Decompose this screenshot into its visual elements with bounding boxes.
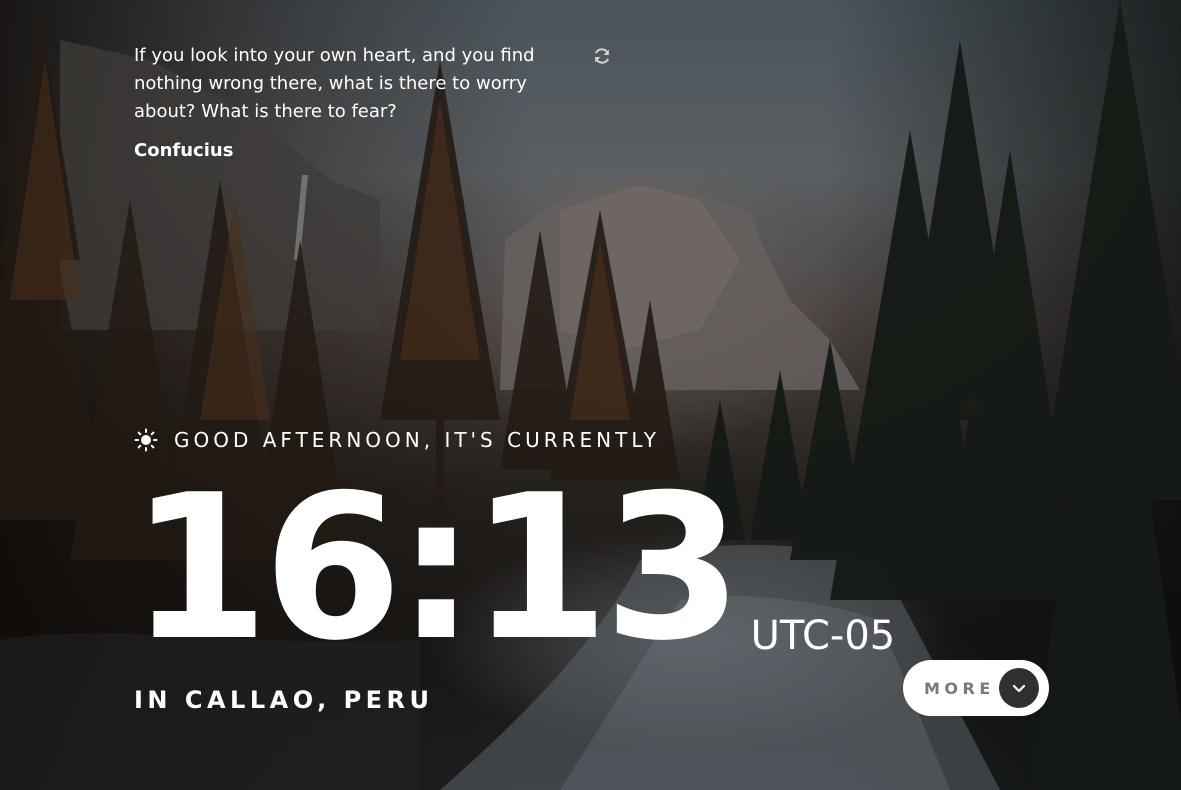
greeting: GOOD AFTERNOON, IT'S CURRENTLY [134, 428, 660, 452]
current-time: 16:13 [130, 452, 743, 685]
chevron-down-icon [999, 668, 1039, 708]
clock-display: 16:13 UTC-05 [130, 452, 896, 685]
quote-block: If you look into your own heart, and you… [134, 42, 614, 164]
more-button[interactable]: MORE [903, 660, 1049, 716]
quote-author: Confucius [134, 140, 234, 161]
clock-app: If you look into your own heart, and you… [0, 0, 1181, 790]
greeting-text: GOOD AFTERNOON, IT'S CURRENTLY [174, 428, 661, 452]
quote-text: If you look into your own heart, and you… [134, 45, 535, 122]
location-label: IN CALLAO, PERU [134, 686, 434, 714]
refresh-icon[interactable] [592, 46, 612, 66]
timezone-label: UTC-05 [750, 613, 896, 659]
sun-icon [134, 428, 158, 452]
more-button-label: MORE [924, 678, 995, 698]
